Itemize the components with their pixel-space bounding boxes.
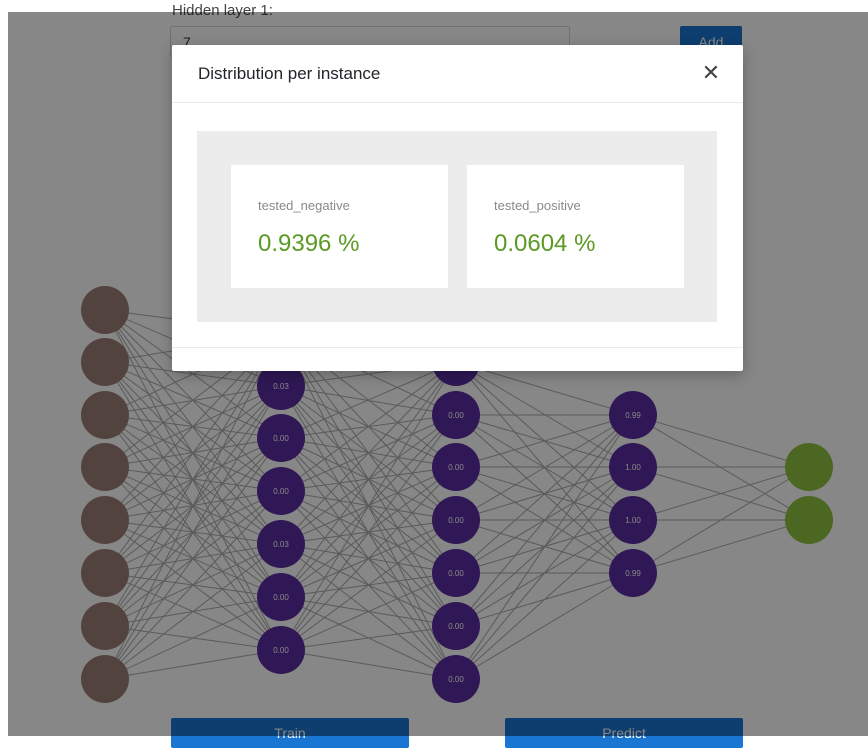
distribution-modal: Distribution per instance ✕ tested_negat… — [172, 45, 743, 371]
modal-title: Distribution per instance — [198, 64, 381, 83]
class-label: tested_positive — [494, 198, 581, 213]
class-probability: 0.0604 % — [494, 230, 596, 257]
class-probability: 0.9396 % — [258, 230, 360, 257]
modal-footer-divider — [172, 347, 743, 348]
distribution-panel: tested_negative 0.9396 % tested_positive… — [197, 131, 717, 322]
class-label: tested_negative — [258, 198, 350, 213]
close-icon[interactable]: ✕ — [697, 59, 725, 87]
class-card-positive: tested_positive 0.0604 % — [467, 165, 684, 288]
modal-header: Distribution per instance ✕ — [172, 45, 743, 103]
class-card-negative: tested_negative 0.9396 % — [231, 165, 448, 288]
